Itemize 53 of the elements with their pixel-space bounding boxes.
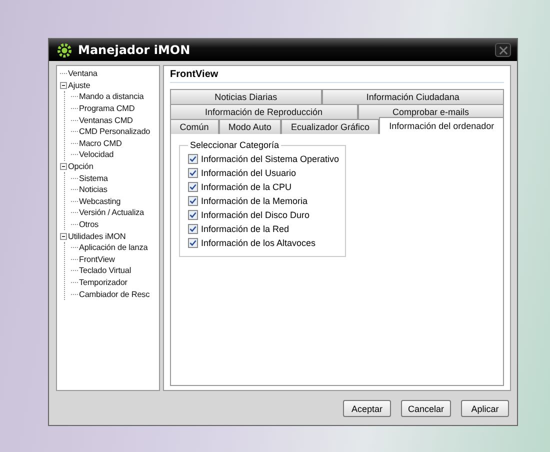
collapse-toggle-icon[interactable] bbox=[60, 232, 67, 240]
tree-item[interactable]: Versión / Actualiza bbox=[79, 208, 144, 218]
tree-item[interactable]: Webcasting bbox=[79, 196, 121, 206]
tree-item[interactable]: Cambiador de Resc bbox=[79, 290, 150, 299]
tree-item[interactable]: Ventana bbox=[68, 69, 98, 78]
collapse-toggle-icon[interactable] bbox=[60, 82, 67, 89]
tab[interactable]: Información Ciudadana bbox=[322, 89, 504, 104]
dialog-button[interactable]: Cancelar bbox=[400, 400, 451, 417]
tree-item[interactable]: Mando a distancia bbox=[79, 92, 144, 102]
checkbox-label: Información del Sistema Operativo bbox=[201, 154, 340, 164]
group-title: Seleccionar Categoría bbox=[189, 140, 280, 150]
tree-item[interactable]: FrontView bbox=[79, 254, 115, 264]
checkbox-label: Información del Usuario bbox=[201, 168, 296, 178]
checkbox[interactable] bbox=[188, 224, 198, 234]
close-button[interactable] bbox=[495, 43, 511, 57]
tree-item[interactable]: Noticias bbox=[79, 185, 108, 194]
gear-icon bbox=[57, 42, 72, 58]
checkbox[interactable] bbox=[188, 196, 198, 206]
tree-item[interactable]: Utilidades iMON bbox=[68, 232, 126, 241]
tab[interactable]: Ecualizador Gráfico bbox=[281, 119, 380, 134]
checkbox-label: Información del Disco Duro bbox=[201, 210, 310, 220]
tree-item[interactable]: Ajuste bbox=[68, 80, 90, 90]
checkbox-label: Información de la Red bbox=[201, 224, 290, 234]
tree-item[interactable]: Aplicación de lanza bbox=[79, 243, 148, 252]
checkbox[interactable] bbox=[188, 154, 198, 164]
tree-item[interactable]: CMD Personalizado bbox=[79, 127, 150, 136]
tab[interactable]: Modo Auto bbox=[218, 119, 282, 134]
checkbox[interactable] bbox=[188, 168, 198, 178]
tree-item[interactable]: Teclado Virtual bbox=[79, 266, 132, 276]
tree-item[interactable]: Ventanas CMD bbox=[79, 116, 133, 125]
tree-item[interactable]: Opción bbox=[68, 162, 94, 172]
close-icon bbox=[498, 46, 508, 54]
checkbox[interactable] bbox=[188, 238, 198, 248]
dialog-button[interactable]: Aplicar bbox=[461, 400, 509, 417]
checkbox[interactable] bbox=[188, 182, 198, 192]
tab[interactable]: Noticias Diarias bbox=[170, 89, 322, 104]
tree-item[interactable]: Programa CMD bbox=[79, 104, 135, 114]
tree-item[interactable]: Otros bbox=[79, 220, 99, 230]
checkbox-label: Información de la Memoria bbox=[201, 196, 308, 206]
tree-item[interactable]: Sistema bbox=[79, 174, 108, 183]
dialog-button[interactable]: Aceptar bbox=[342, 400, 391, 417]
checkbox-label: Información de los Altavoces bbox=[201, 238, 316, 248]
tree-item[interactable]: Velocidad bbox=[79, 150, 114, 160]
window-title: Manejador iMON bbox=[78, 43, 190, 57]
tab[interactable]: Común bbox=[170, 119, 219, 134]
tree-item[interactable]: Macro CMD bbox=[79, 138, 122, 148]
checkbox-label: Información de la CPU bbox=[201, 182, 292, 192]
collapse-toggle-icon[interactable] bbox=[60, 163, 67, 170]
tree-item[interactable]: Temporizador bbox=[79, 278, 128, 287]
tab[interactable]: Información de Reproducción bbox=[170, 104, 358, 119]
tab[interactable]: Información del ordenador bbox=[379, 117, 504, 134]
panel-title: FrontView bbox=[170, 69, 504, 83]
checkbox[interactable] bbox=[188, 210, 198, 220]
